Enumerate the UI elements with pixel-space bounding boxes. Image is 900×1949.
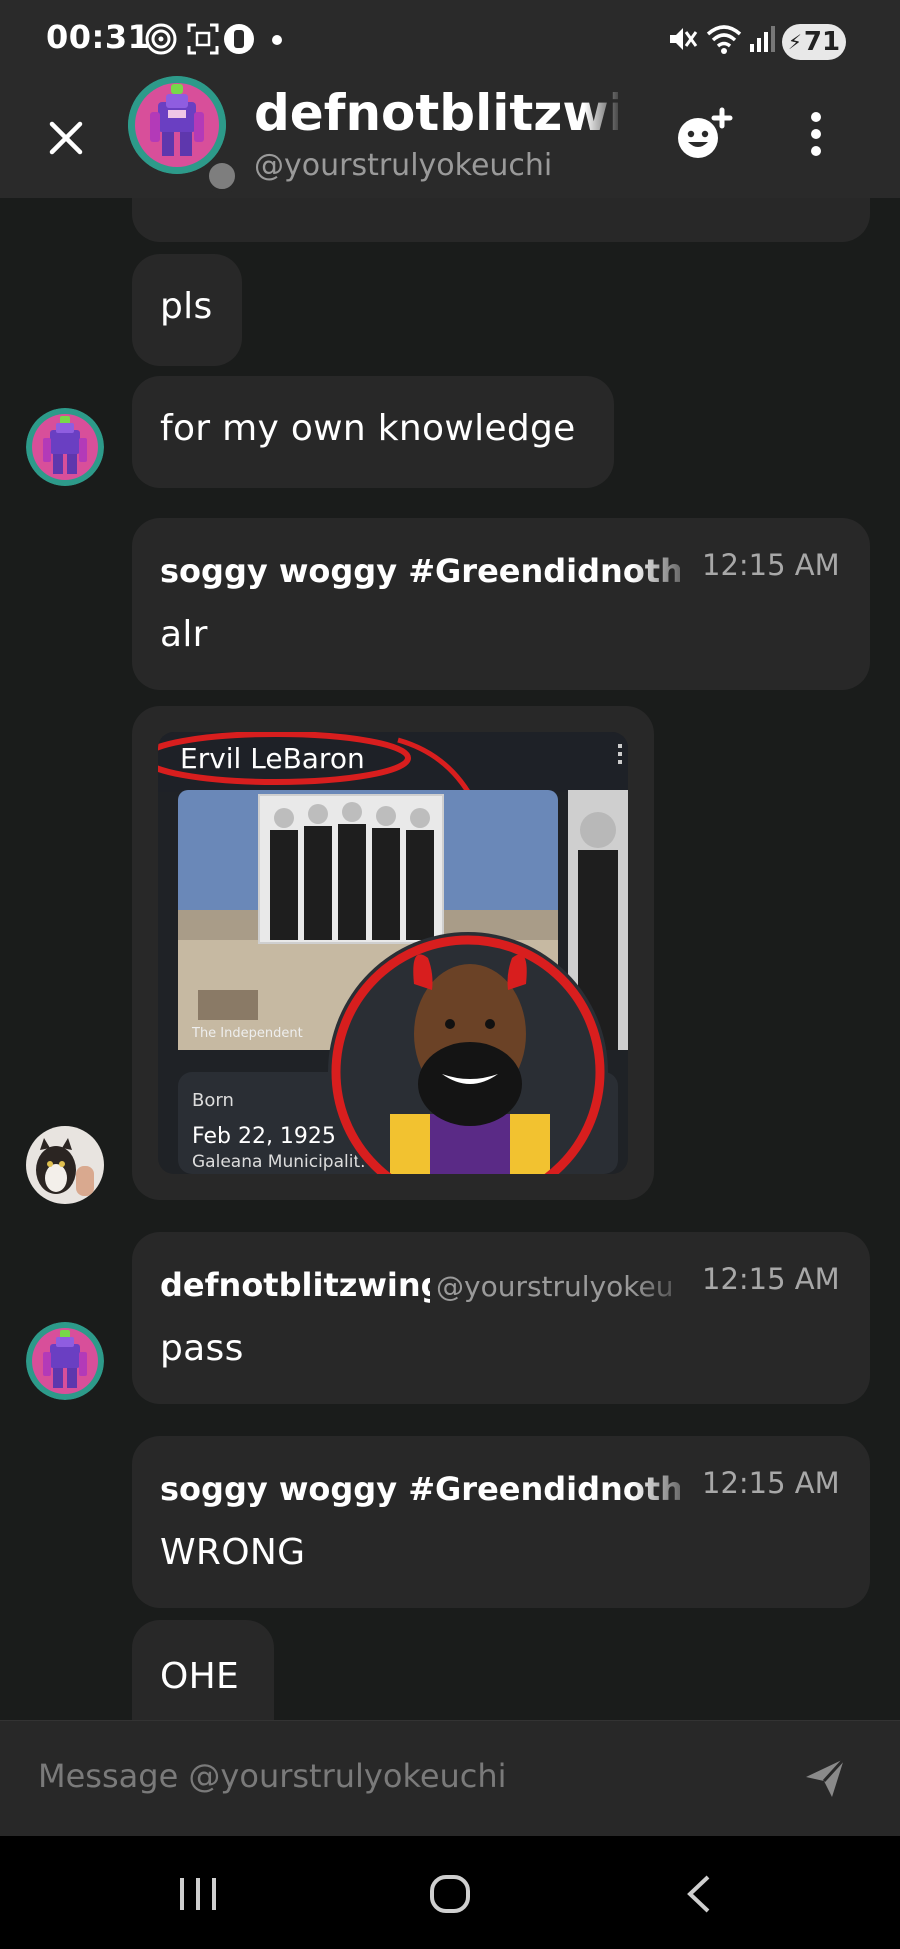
avatar-robot-image [26, 1322, 104, 1400]
message-author[interactable]: soggy woggy #Greendidnothing [160, 552, 680, 590]
status-time: 00:31 [46, 18, 151, 56]
close-icon[interactable] [46, 118, 86, 158]
add-reaction-icon[interactable] [674, 106, 736, 162]
avatar-robot-image [128, 76, 226, 174]
recent-apps-icon[interactable] [176, 1876, 220, 1912]
message-text: OHE [160, 1656, 240, 1697]
message-bubble-partial[interactable] [132, 198, 870, 242]
message-text: pls [160, 286, 213, 327]
send-icon[interactable] [804, 1757, 846, 1799]
image-message-bubble[interactable]: Ervil LeBaron The Independent Born Feb 2… [132, 706, 654, 1200]
battery-indicator: ⚡ 71 [782, 24, 846, 60]
home-icon[interactable] [428, 1874, 472, 1914]
image-attachment[interactable]: Ervil LeBaron The Independent Born Feb 2… [158, 732, 628, 1174]
message-timestamp: 12:15 AM [702, 1466, 840, 1500]
author-fade [632, 548, 702, 598]
status-bar: 00:31 ⚡ 71 [0, 0, 900, 86]
avatar-cat-image [26, 1126, 104, 1204]
more-vertical-icon[interactable] [804, 110, 828, 158]
message-timestamp: 12:15 AM [702, 548, 840, 582]
image-born-label: Born [192, 1090, 234, 1111]
message-input[interactable]: Message @yourstrulyokeuchi [38, 1757, 507, 1795]
avatar[interactable] [26, 1126, 104, 1204]
image-credit: The Independent [192, 1026, 303, 1041]
message-bubble[interactable]: for my own knowledge [132, 376, 614, 488]
message-bubble[interactable]: pls [132, 254, 242, 366]
header-username[interactable]: @yourstrulyokeuchi [254, 148, 552, 183]
message-text: for my own knowledge [160, 408, 576, 449]
back-icon[interactable] [684, 1874, 716, 1914]
avatar[interactable] [26, 1322, 104, 1400]
avatar[interactable] [128, 76, 226, 174]
message-bubble[interactable]: soggy woggy #Greendidnothing 12:15 AM al… [132, 518, 870, 690]
mute-icon [670, 28, 698, 50]
image-face-circle [328, 932, 608, 1174]
signal-icon [750, 26, 775, 52]
notification-dot [272, 35, 282, 45]
message-timestamp: 12:15 AM [702, 1262, 840, 1296]
app-notification-icon [224, 24, 254, 54]
avatar[interactable] [26, 408, 104, 486]
image-born-date: Feb 22, 1925 [192, 1124, 336, 1149]
page-title[interactable]: defnotblitzwing [254, 84, 618, 142]
message-list[interactable]: pls for my own knowledge soggy woggy #Gr… [0, 198, 900, 1720]
message-author[interactable]: soggy woggy #Greendidnothing [160, 1470, 680, 1508]
message-text: alr [160, 614, 208, 655]
wifi-icon [706, 25, 742, 54]
message-text: pass [160, 1328, 244, 1369]
screenshot-icon [187, 23, 219, 55]
message-bubble[interactable]: defnotblitzwing @yourstrulyokeuchi 12:15… [132, 1232, 870, 1404]
handle-fade [632, 1262, 702, 1312]
avatar-robot-image [26, 408, 104, 486]
message-text: WRONG [160, 1532, 306, 1573]
image-more-icon [618, 744, 622, 748]
presence-status-indicator [204, 158, 240, 194]
message-bubble[interactable]: soggy woggy #Greendidnothing 12:15 AM WR… [132, 1436, 870, 1608]
author-fade [632, 1466, 702, 1516]
message-author[interactable]: defnotblitzwing [160, 1266, 430, 1304]
message-composer: Message @yourstrulyokeuchi [0, 1720, 900, 1837]
message-bubble[interactable]: OHE [132, 1620, 274, 1720]
charging-icon: ⚡ [787, 30, 802, 54]
title-fade [584, 84, 624, 144]
system-navigation-bar [0, 1836, 900, 1949]
fingerprint-icon [145, 23, 177, 55]
battery-level: 71 [803, 27, 841, 57]
